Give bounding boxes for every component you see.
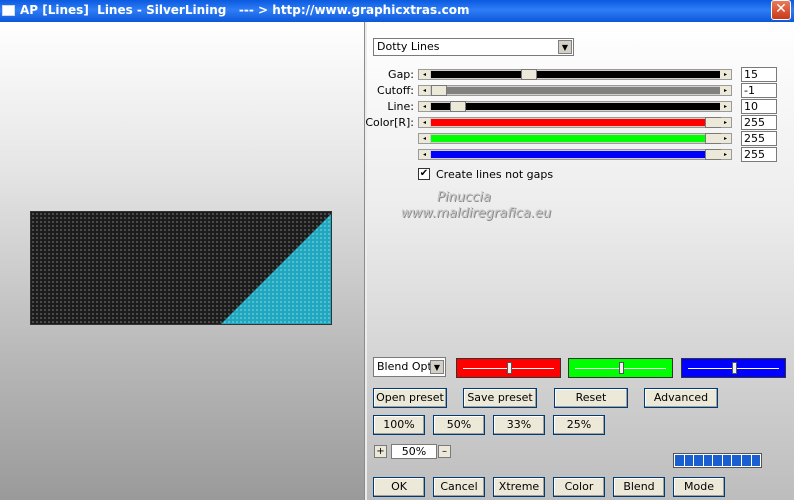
progress-cell — [741, 455, 751, 466]
slider-value-field[interactable]: 255 — [741, 147, 777, 162]
slider-track[interactable]: ◂ ▸ — [418, 101, 732, 112]
watermark-name: Pinuccia — [437, 190, 491, 205]
progress-indicator — [673, 453, 762, 468]
dropdown-arrow-icon[interactable]: ▼ — [558, 40, 572, 54]
slider-track[interactable]: ◂ ▸ — [418, 69, 732, 80]
blend-button[interactable]: Blend — [613, 477, 665, 497]
scroll-right-icon[interactable]: ▸ — [720, 70, 731, 79]
slider-thumb[interactable] — [705, 117, 721, 128]
slider-value-field[interactable]: 255 — [741, 115, 777, 130]
progress-cell — [732, 455, 741, 466]
slider-label: Gap: — [388, 68, 414, 81]
progress-cell — [703, 455, 713, 466]
slider-thumb[interactable] — [705, 133, 721, 144]
title-bar: AP [Lines] Lines - SilverLining --- > ht… — [0, 0, 794, 22]
scroll-left-icon[interactable]: ◂ — [419, 134, 430, 143]
slider-fill — [431, 135, 721, 142]
slider-thumb[interactable] — [705, 149, 721, 160]
slider-fill — [431, 151, 721, 158]
slider-fill — [431, 119, 721, 126]
zoom-50-button[interactable]: 50% — [433, 415, 485, 435]
scroll-right-icon[interactable]: ▸ — [720, 102, 731, 111]
slider-value-field[interactable]: 15 — [741, 67, 777, 82]
ok-button[interactable]: OK — [373, 477, 425, 497]
dropdown-arrow-icon[interactable]: ▼ — [430, 360, 444, 374]
green-channel-knob[interactable] — [619, 362, 624, 374]
blend-options-dropdown[interactable]: Blend Optio ▼ — [373, 357, 446, 377]
red-channel-knob[interactable] — [507, 362, 512, 374]
window-title: AP [Lines] Lines - SilverLining --- > ht… — [20, 3, 470, 17]
scroll-left-icon[interactable]: ◂ — [419, 118, 430, 127]
slider-thumb[interactable] — [431, 85, 447, 96]
green-channel-box[interactable] — [568, 358, 673, 378]
create-lines-checkbox[interactable]: ✔ — [418, 168, 430, 180]
save-preset-button[interactable]: Save preset — [463, 388, 537, 408]
mode-button[interactable]: Mode — [673, 477, 725, 497]
scroll-left-icon[interactable]: ◂ — [419, 102, 430, 111]
settings-panel: Dotty Lines ▼ Gap: ◂ ▸ 15 Cutoff: ◂ ▸ -1 Line: ◂ ▸… — [365, 22, 794, 500]
color-button[interactable]: Color — [553, 477, 605, 497]
watermark-url: www.maldiregrafica.eu — [401, 206, 552, 221]
progress-cell — [684, 455, 694, 466]
zoom-25-button[interactable]: 25% — [553, 415, 605, 435]
preview-graphic — [31, 212, 331, 324]
zoom-in-button[interactable]: + — [374, 445, 387, 458]
slider-label: Line: — [387, 100, 414, 113]
zoom-level-field[interactable]: 50% — [391, 444, 437, 459]
preview-area — [0, 22, 364, 500]
scroll-left-icon[interactable]: ◂ — [419, 70, 430, 79]
scroll-right-icon[interactable]: ▸ — [720, 134, 731, 143]
zoom-out-button[interactable]: – — [438, 445, 451, 458]
scroll-right-icon[interactable]: ▸ — [720, 118, 731, 127]
progress-cell — [713, 455, 722, 466]
slider-value-field[interactable]: -1 — [741, 83, 777, 98]
slider-fill — [431, 87, 721, 94]
scroll-left-icon[interactable]: ◂ — [419, 86, 430, 95]
slider-track[interactable]: ◂ ▸ — [418, 133, 732, 144]
progress-cell — [694, 455, 703, 466]
slider-fill — [431, 71, 721, 78]
app-icon — [2, 5, 15, 16]
red-channel-box[interactable] — [456, 358, 561, 378]
progress-cell — [722, 455, 732, 466]
slider-thumb[interactable] — [521, 69, 537, 80]
preview-image — [30, 211, 332, 325]
effect-dropdown-value: Dotty Lines — [377, 40, 440, 53]
slider-label: Color[R]: — [365, 116, 414, 129]
close-button[interactable]: ✕ — [771, 0, 791, 20]
scroll-left-icon[interactable]: ◂ — [419, 150, 430, 159]
zoom-100-button[interactable]: 100% — [373, 415, 425, 435]
cancel-button[interactable]: Cancel — [433, 477, 485, 497]
effect-dropdown[interactable]: Dotty Lines ▼ — [373, 38, 574, 56]
slider-value-field[interactable]: 10 — [741, 99, 777, 114]
reset-button[interactable]: Reset — [554, 388, 628, 408]
slider-label: Cutoff: — [377, 84, 414, 97]
scroll-right-icon[interactable]: ▸ — [720, 150, 731, 159]
slider-track[interactable]: ◂ ▸ — [418, 117, 732, 128]
slider-value-field[interactable]: 255 — [741, 131, 777, 146]
zoom-33-button[interactable]: 33% — [493, 415, 545, 435]
progress-cell — [751, 455, 761, 466]
advanced-button[interactable]: Advanced — [644, 388, 718, 408]
slider-fill — [431, 103, 721, 110]
progress-cell — [675, 455, 684, 466]
blue-channel-knob[interactable] — [732, 362, 737, 374]
open-preset-button[interactable]: Open preset — [373, 388, 447, 408]
create-lines-label: Create lines not gaps — [436, 168, 554, 181]
blue-channel-box[interactable] — [681, 358, 786, 378]
slider-thumb[interactable] — [450, 101, 466, 112]
scroll-right-icon[interactable]: ▸ — [720, 86, 731, 95]
xtreme-button[interactable]: Xtreme — [493, 477, 545, 497]
slider-track[interactable]: ◂ ▸ — [418, 85, 732, 96]
slider-track[interactable]: ◂ ▸ — [418, 149, 732, 160]
